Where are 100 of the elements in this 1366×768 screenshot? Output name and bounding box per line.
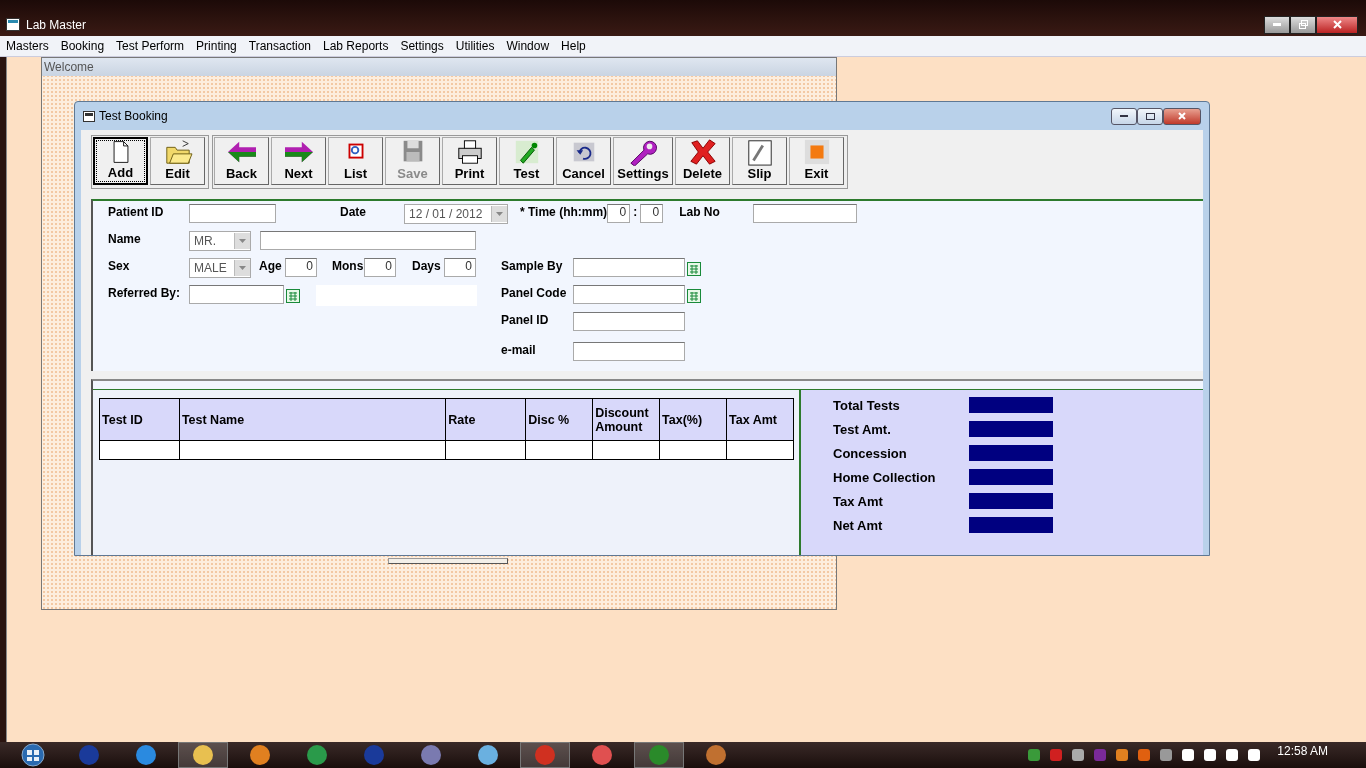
menu-item[interactable]: Test Perform [110, 39, 191, 53]
sample-by-field[interactable] [573, 258, 685, 277]
tray-icon[interactable] [1203, 748, 1218, 762]
menu-item[interactable]: Settings [394, 39, 450, 53]
menu-item[interactable]: Window [500, 39, 556, 53]
welcome-title: Welcome [42, 58, 836, 76]
next-button[interactable]: Next [271, 137, 326, 185]
field-label: Sex [108, 258, 131, 273]
sex-dropdown[interactable]: MALE [189, 258, 251, 278]
time-separator: : [633, 204, 638, 219]
menu-item[interactable]: Utilities [449, 39, 501, 53]
window-title: Lab Master [26, 17, 87, 32]
field-label: * Time (hh:mm) [520, 204, 608, 219]
table-cell[interactable] [726, 440, 794, 460]
close-button[interactable] [1163, 107, 1201, 125]
minimize-icon [1120, 115, 1128, 117]
field-label: Panel Code [501, 285, 568, 300]
field-label: Patient ID [108, 204, 165, 219]
lab-no-field[interactable] [753, 204, 858, 223]
field-label: Age [259, 258, 283, 273]
app-window-icon [6, 18, 20, 31]
tray-icon[interactable] [1225, 748, 1240, 762]
minimize-button[interactable] [1264, 15, 1290, 34]
minute-field[interactable]: 0 [640, 204, 664, 223]
test-button[interactable]: Test [499, 137, 554, 185]
field-label: Days [412, 258, 442, 273]
app-icon [306, 744, 328, 766]
minimize-button[interactable] [1111, 107, 1137, 125]
back-button[interactable]: Back [214, 137, 269, 185]
hour-field[interactable]: 0 [607, 204, 631, 223]
table-cell[interactable] [179, 440, 446, 460]
clock: 12:58 AM [1277, 744, 1328, 758]
form-window-icon [83, 110, 95, 122]
app-icon [534, 744, 556, 766]
title-dropdown[interactable]: MR. [189, 231, 251, 251]
edit-button[interactable]: Edit [150, 137, 205, 185]
delete-button[interactable]: Delete [675, 137, 730, 185]
menu-item[interactable]: Lab Reports [317, 39, 395, 53]
days-field[interactable]: 0 [444, 258, 476, 277]
list-button[interactable]: List [328, 137, 383, 185]
column-header: Test ID [99, 398, 180, 441]
column-header: Test Name [179, 398, 446, 441]
table-grid-icon[interactable] [687, 262, 701, 276]
date-picker[interactable]: 12 / 01 / 2012 [404, 204, 508, 224]
settings-button[interactable]: Settings [613, 137, 673, 185]
maximize-button[interactable] [1137, 107, 1163, 125]
tray-icon[interactable] [1159, 748, 1174, 762]
taskbar-app-button[interactable] [178, 742, 228, 768]
table-cell[interactable] [592, 440, 660, 460]
field-label: Mons [332, 258, 364, 273]
menu-item[interactable]: Printing [190, 39, 243, 53]
table-cell[interactable] [525, 440, 593, 460]
close-button[interactable] [1316, 15, 1358, 34]
tray-icon[interactable] [1247, 748, 1262, 762]
field-label: Date [340, 204, 367, 219]
referred-by-field[interactable] [189, 285, 284, 304]
cancel-button[interactable]: Cancel [556, 137, 611, 185]
minimize-icon [1273, 23, 1281, 26]
dropdown-arrow-icon [239, 239, 246, 243]
field-label: Lab No [679, 204, 721, 219]
menu-item[interactable]: Booking [54, 39, 111, 53]
panel-id-field[interactable] [573, 312, 685, 331]
app-icon [249, 744, 271, 766]
table-cell[interactable] [99, 440, 180, 460]
app-icon [135, 744, 157, 766]
patient-id-field[interactable] [189, 204, 276, 223]
menu-item[interactable]: Help [555, 39, 592, 53]
panel-code-field[interactable] [573, 285, 685, 304]
tray-icon[interactable] [1071, 748, 1086, 762]
table-grid-icon[interactable] [687, 289, 701, 303]
app-icon [78, 744, 100, 766]
tray-icon[interactable] [1115, 748, 1130, 762]
summary-label: Test Amt. [833, 421, 892, 437]
column-header: Disc % [525, 398, 593, 441]
summary-label: Tax Amt [833, 493, 884, 509]
column-header: Tax(%) [659, 398, 727, 441]
email-field[interactable] [573, 342, 685, 361]
tray-icon[interactable] [1181, 748, 1196, 762]
name-field[interactable] [260, 231, 476, 250]
slip-button[interactable]: Slip [732, 137, 787, 185]
summary-label: Home Collection [833, 469, 937, 485]
app-icon [420, 744, 442, 766]
menu-item[interactable]: Masters [0, 39, 55, 53]
table-cell[interactable] [659, 440, 727, 460]
close-icon [1332, 20, 1342, 29]
table-cell[interactable] [445, 440, 526, 460]
exit-button[interactable]: Exit [789, 137, 844, 185]
dropdown-arrow-icon [239, 266, 246, 270]
months-field[interactable]: 0 [364, 258, 396, 277]
field-label: Referred By: [108, 285, 182, 300]
field-label: Panel ID [501, 312, 550, 327]
print-button[interactable]: Print [442, 137, 497, 185]
maximize-icon [1145, 112, 1155, 120]
table-grid-icon[interactable] [286, 289, 300, 303]
add-button[interactable]: Add [93, 137, 148, 185]
age-field[interactable]: 0 [285, 258, 317, 277]
restore-button[interactable] [1290, 15, 1316, 34]
dropdown-arrow-icon [496, 212, 503, 216]
menu-item[interactable]: Transaction [242, 39, 317, 53]
app-icon [477, 744, 499, 766]
